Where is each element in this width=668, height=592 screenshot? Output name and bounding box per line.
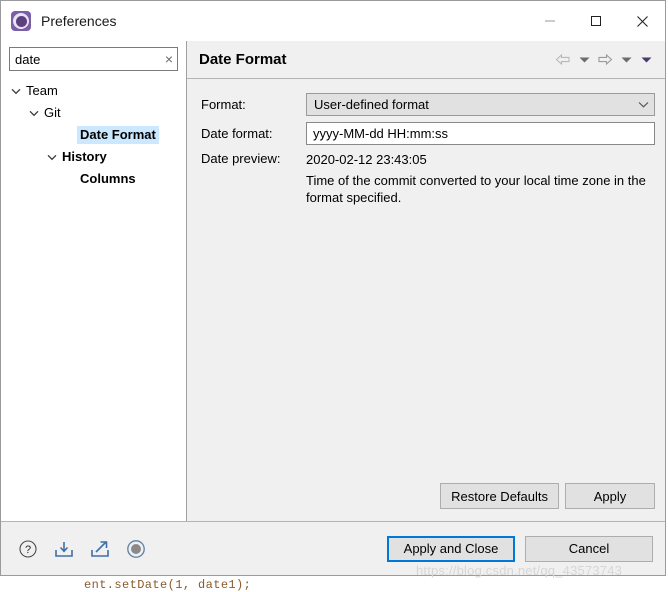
navigation-pane: × Team Git Date Format History Columns (1, 41, 187, 521)
back-dropdown-icon[interactable] (575, 50, 593, 70)
apply-button[interactable]: Apply (565, 483, 655, 509)
tree-item-columns[interactable]: Columns (1, 168, 186, 190)
tree-item-git[interactable]: Git (1, 102, 186, 124)
format-field-row: Format: User-defined format (201, 93, 655, 116)
maximize-icon[interactable] (573, 1, 619, 41)
filter-box[interactable]: × (9, 47, 178, 71)
dialog-body: × Team Git Date Format History Columns Date … (1, 41, 665, 521)
svg-text:?: ? (25, 544, 31, 556)
clear-search-icon[interactable]: × (161, 52, 177, 66)
chevron-down-icon[interactable] (27, 110, 41, 117)
date-preview-row: Date preview: 2020-02-12 23:43:05 (201, 151, 655, 167)
tree-item-label: Date Format (77, 126, 159, 144)
preferences-tree[interactable]: Team Git Date Format History Columns (1, 78, 186, 521)
close-icon[interactable] (619, 1, 665, 41)
forward-dropdown-icon[interactable] (617, 50, 635, 70)
page-navigation (553, 50, 655, 70)
restore-defaults-button[interactable]: Restore Defaults (440, 483, 559, 509)
date-preview-label: Date preview: (201, 151, 281, 166)
window-controls (527, 1, 665, 41)
search-input[interactable] (10, 51, 161, 67)
view-menu-dropdown-icon[interactable] (637, 50, 655, 70)
preferences-gear-icon (11, 11, 31, 31)
chevron-down-icon (632, 101, 654, 108)
tree-item-team[interactable]: Team (1, 80, 186, 102)
dialog-titlebar: Preferences (1, 1, 665, 41)
tree-item-label: Git (44, 105, 61, 120)
record-icon[interactable] (125, 538, 147, 560)
preference-page: Date Format Format: User-defined format … (187, 41, 665, 521)
import-icon[interactable] (53, 538, 75, 560)
page-header: Date Format (187, 41, 665, 79)
date-format-input[interactable]: yyyy-MM-dd HH:mm:ss (306, 122, 655, 145)
date-preview-value: 2020-02-12 23:43:05 (306, 152, 427, 167)
filter-area: × (1, 41, 186, 78)
back-arrow-icon[interactable] (553, 50, 573, 70)
page-button-bar: Restore Defaults Apply (187, 483, 665, 521)
tree-item-label: Columns (80, 171, 136, 186)
chevron-down-icon[interactable] (45, 154, 59, 161)
date-format-field-row: Date format: yyyy-MM-dd HH:mm:ss (201, 122, 655, 145)
date-format-hint: Time of the commit converted to your loc… (306, 173, 646, 205)
format-label: Format: (201, 97, 246, 112)
apply-and-close-button[interactable]: Apply and Close (387, 535, 515, 562)
minimize-icon[interactable] (527, 1, 573, 41)
cancel-button[interactable]: Cancel (525, 535, 653, 562)
footer-buttons: Apply and Close Cancel (387, 535, 653, 562)
tree-item-history[interactable]: History (1, 146, 186, 168)
forward-arrow-icon[interactable] (595, 50, 615, 70)
tree-item-label: History (62, 149, 107, 164)
date-format-label: Date format: (201, 126, 273, 141)
help-icon[interactable]: ? (17, 538, 39, 560)
window-title: Preferences (41, 13, 117, 29)
tree-item-label: Team (26, 83, 58, 98)
export-icon[interactable] (89, 538, 111, 560)
format-select[interactable]: User-defined format (306, 93, 655, 116)
page-content: Format: User-defined format Date format:… (187, 79, 665, 483)
preferences-dialog: Preferences × TeamGitDate FormatHistoryC (0, 0, 666, 576)
chevron-down-icon[interactable] (9, 88, 23, 95)
tree-item-date-format[interactable]: Date Format (1, 124, 186, 146)
dialog-footer: ? Apply and Close Cancel (1, 521, 665, 575)
page-title: Date Format (199, 51, 287, 68)
format-select-value: User-defined format (314, 97, 429, 112)
footer-icons: ? (17, 538, 387, 560)
